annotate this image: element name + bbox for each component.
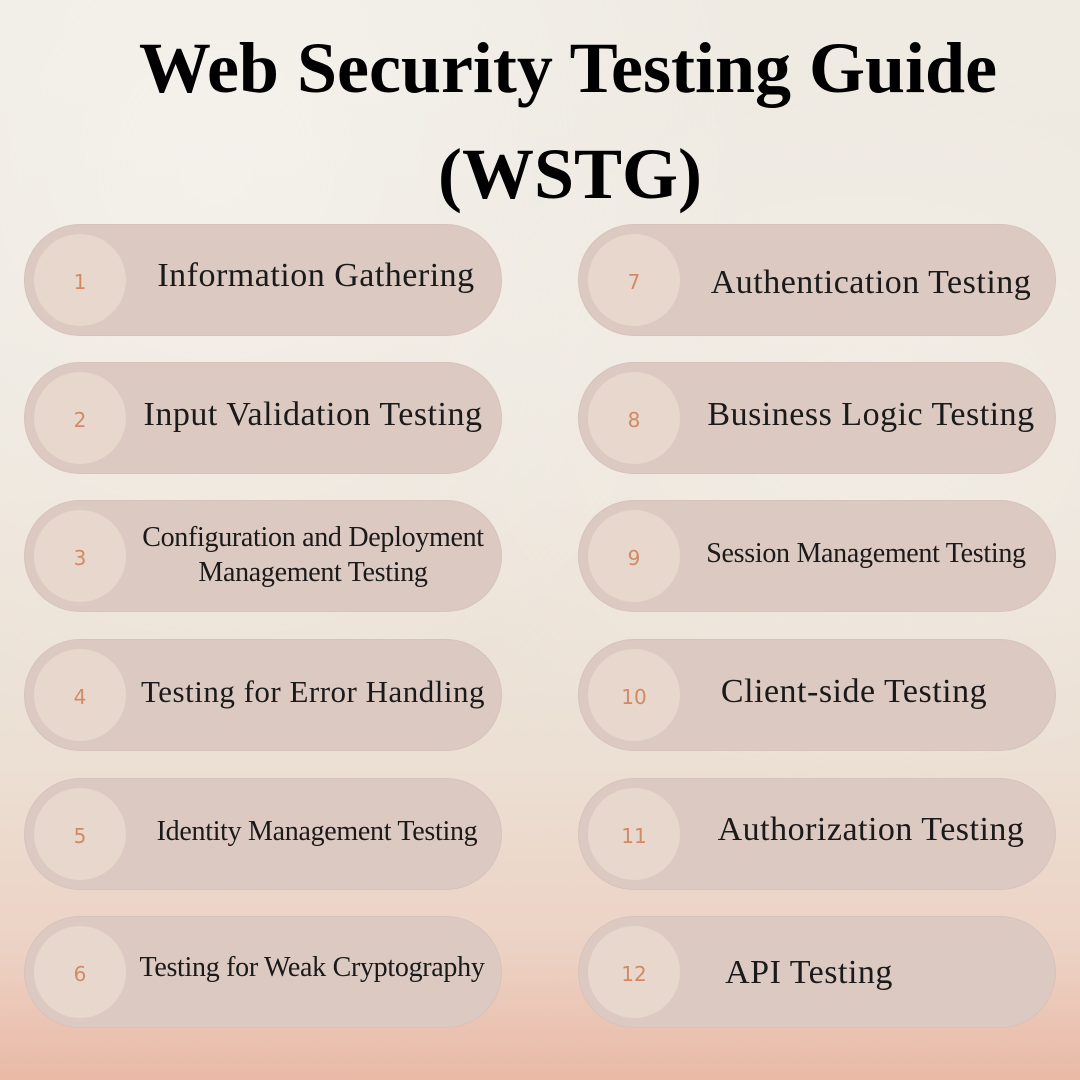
item-label: Business Logic Testing bbox=[707, 395, 1035, 433]
number-badge: 5 bbox=[34, 788, 126, 880]
item-number: 8 bbox=[627, 408, 641, 432]
item-label: Identity Management Testing bbox=[156, 815, 478, 847]
number-badge: 12 bbox=[588, 926, 680, 1018]
list-item-input-validation: 2 Input Validation Testing bbox=[24, 362, 502, 474]
number-badge: 1 bbox=[34, 234, 126, 326]
list-item-authorization: 11 Authorization Testing bbox=[578, 778, 1056, 890]
page-title-line2: (WSTG) bbox=[437, 134, 703, 214]
list-item-identity-management: 5 Identity Management Testing bbox=[24, 778, 502, 890]
item-number: 10 bbox=[621, 685, 647, 709]
number-badge: 8 bbox=[588, 372, 680, 464]
number-badge: 3 bbox=[34, 510, 126, 602]
item-label: API Testing bbox=[725, 953, 893, 991]
item-number: 5 bbox=[73, 824, 87, 848]
item-label: Testing for Error Handling bbox=[141, 673, 485, 709]
list-item-configuration-deployment: 3 Configuration and Deployment Managemen… bbox=[24, 500, 502, 612]
number-badge: 9 bbox=[588, 510, 680, 602]
item-number: 6 bbox=[73, 962, 87, 986]
list-item-client-side: 10 Client-side Testing bbox=[578, 639, 1056, 751]
item-label: Configuration and Deployment Management … bbox=[142, 522, 484, 588]
item-label: Authorization Testing bbox=[717, 810, 1025, 848]
item-label: Input Validation Testing bbox=[143, 395, 483, 433]
list-item-error-handling: 4 Testing for Error Handling bbox=[24, 639, 502, 751]
item-label: Client-side Testing bbox=[720, 672, 988, 710]
page-title-line1: Web Security Testing Guide bbox=[138, 28, 998, 108]
item-number: 4 bbox=[73, 685, 87, 709]
item-number: 11 bbox=[621, 824, 647, 848]
item-number: 7 bbox=[627, 270, 641, 294]
number-badge: 6 bbox=[34, 926, 126, 1018]
list-item-weak-cryptography: 6 Testing for Weak Cryptography bbox=[24, 916, 502, 1028]
item-number: 3 bbox=[73, 546, 87, 570]
list-item-information-gathering: 1 Information Gathering bbox=[24, 224, 502, 336]
number-badge: 2 bbox=[34, 372, 126, 464]
number-badge: 10 bbox=[588, 649, 680, 741]
number-badge: 7 bbox=[588, 234, 680, 326]
number-badge: 11 bbox=[588, 788, 680, 880]
list-item-session-management: 9 Session Management Testing bbox=[578, 500, 1056, 612]
item-label: Session Management Testing bbox=[706, 537, 1026, 569]
item-label: Authentication Testing bbox=[710, 263, 1032, 301]
list-item-api-testing: 12 API Testing bbox=[578, 916, 1056, 1028]
item-number: 12 bbox=[621, 962, 647, 986]
list-item-authentication: 7 Authentication Testing bbox=[578, 224, 1056, 336]
item-number: 2 bbox=[73, 408, 87, 432]
item-label: Information Gathering bbox=[157, 256, 475, 294]
item-number: 1 bbox=[73, 270, 87, 294]
item-number: 9 bbox=[627, 546, 641, 570]
number-badge: 4 bbox=[34, 649, 126, 741]
list-item-business-logic: 8 Business Logic Testing bbox=[578, 362, 1056, 474]
item-label: Testing for Weak Cryptography bbox=[139, 951, 485, 983]
